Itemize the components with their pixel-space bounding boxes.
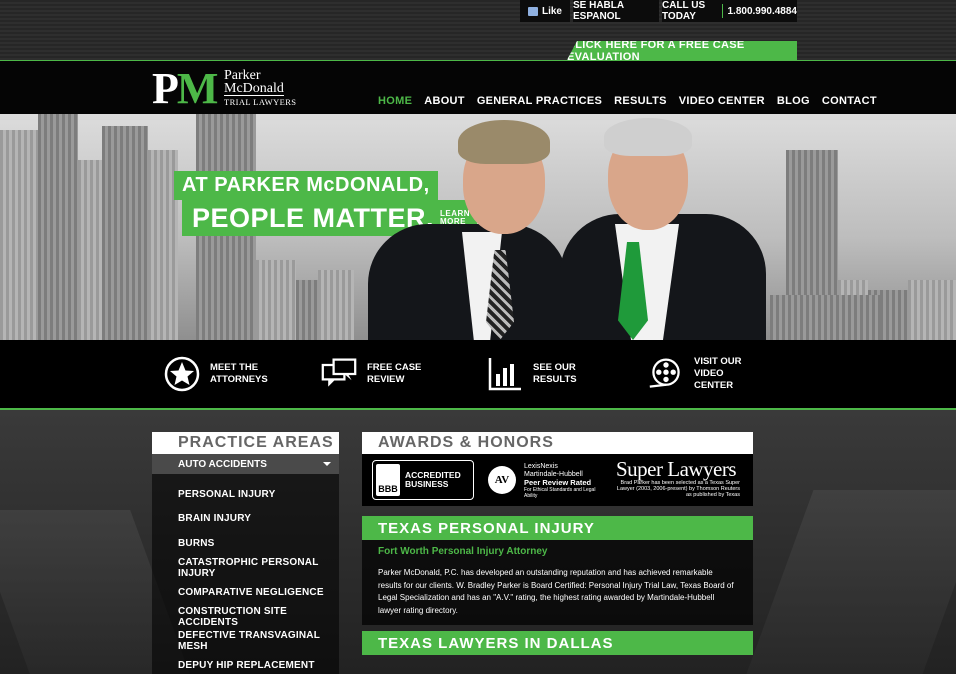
- chat-icon: [321, 356, 357, 392]
- lexisnexis-badge[interactable]: LexisNexis Martindale-Hubbell Peer Revie…: [524, 463, 604, 499]
- logo-name-line2: McDonald: [224, 81, 284, 96]
- logo-initial-m: M: [176, 64, 219, 113]
- logo-name: Parker McDonald: [224, 69, 304, 96]
- see-results-label: SEE OUR RESULTS: [533, 362, 577, 385]
- star-icon: [164, 356, 200, 392]
- super-lawyers-note: Brad Parker has been selected as a Texas…: [616, 480, 740, 498]
- awards-logos: BBB ACCREDITED BUSINESS AV LexisNexis Mar…: [362, 454, 753, 506]
- call-us-box[interactable]: CALL US TODAY 1.800.990.4884: [662, 0, 797, 22]
- thumbs-up-icon: [527, 6, 538, 16]
- like-label: Like: [541, 5, 562, 17]
- nav-general-practices[interactable]: GENERAL PRACTICES: [477, 95, 602, 107]
- hero-headline-line2: PEOPLE MATTER.: [192, 202, 435, 233]
- section-title-personal-injury: TEXAS PERSONAL INJURY: [362, 516, 753, 540]
- meet-attorneys-label: MEET THE ATTORNEYS: [210, 362, 268, 385]
- super-lawyers-badge[interactable]: Super Lawyers Brad Parker has been selec…: [616, 458, 740, 498]
- practice-area-item[interactable]: DEPUY HIP REPLACEMENT: [152, 654, 339, 674]
- practice-area-item[interactable]: PERSONAL INJURY: [152, 482, 339, 507]
- lexis-brand: LexisNexis: [524, 463, 558, 470]
- nav-video-center[interactable]: VIDEO CENTER: [679, 95, 765, 107]
- practice-area-item[interactable]: BRAIN INJURY: [152, 507, 339, 532]
- facebook-like-button[interactable]: Like: [520, 0, 570, 22]
- practice-areas-title: PRACTICE AREAS: [152, 432, 339, 454]
- practice-area-item[interactable]: CATASTROPHIC PERSONAL INJURY: [152, 556, 339, 581]
- nav-about[interactable]: ABOUT: [424, 95, 465, 107]
- main-column: AWARDS & HONORS BBB ACCREDITED BUSINESS A…: [362, 432, 753, 674]
- hero-headline-line1: AT PARKER McDONALD,: [174, 171, 438, 200]
- caret-down-icon: [323, 462, 331, 466]
- practice-area-item[interactable]: COMPARATIVE NEGLIGENCE: [152, 580, 339, 605]
- top-bar: Like SE HABLA ESPANOL CALL US TODAY 1.80…: [0, 0, 956, 60]
- section-subtitle[interactable]: Fort Worth Personal Injury Attorney: [378, 546, 737, 557]
- practice-area-selected: AUTO ACCIDENTS: [178, 458, 267, 470]
- bbb-accredited-badge[interactable]: BBB ACCREDITED BUSINESS: [372, 460, 474, 500]
- phone-number[interactable]: 1.800.990.4884: [727, 6, 797, 17]
- super-lawyers-logo: Super Lawyers: [616, 457, 737, 481]
- video-center-label: VISIT OUR VIDEO CENTER: [694, 356, 742, 391]
- free-case-review-link[interactable]: FREE CASE REVIEW: [321, 356, 427, 392]
- lexis-line2: Peer Review Rated: [524, 478, 592, 487]
- nav-results[interactable]: RESULTS: [614, 95, 667, 107]
- nav-blog[interactable]: BLOG: [777, 95, 810, 107]
- film-reel-icon: [648, 356, 684, 392]
- av-rating-badge[interactable]: AV: [488, 466, 516, 494]
- free-case-evaluation-button[interactable]: CLICK HERE FOR A FREE CASE EVALUATION: [567, 41, 797, 60]
- main-content-area: PRACTICE AREAS AUTO ACCIDENTS PERSONAL I…: [0, 410, 956, 674]
- see-results-link[interactable]: SEE OUR RESULTS: [487, 356, 593, 392]
- practice-area-item[interactable]: BURNS: [152, 531, 339, 556]
- spanish-link[interactable]: SE HABLA ESPANOL: [573, 0, 659, 22]
- bbb-logo-icon: BBB: [376, 464, 400, 496]
- nav-contact[interactable]: CONTACT: [822, 95, 877, 107]
- chart-icon: [487, 356, 523, 392]
- practice-area-item[interactable]: DEFECTIVE TRANSVAGINAL MESH: [152, 629, 339, 654]
- hero-banner: AT PARKER McDONALD, PEOPLE MATTER. LEARN…: [0, 114, 956, 340]
- meet-attorneys-link[interactable]: MEET THE ATTORNEYS: [164, 356, 270, 392]
- section-body-personal-injury: Fort Worth Personal Injury Attorney Park…: [362, 540, 753, 625]
- awards-title: AWARDS & HONORS: [362, 432, 753, 454]
- bbb-text: ACCREDITED BUSINESS: [405, 470, 461, 489]
- section-title-dallas: TEXAS LAWYERS IN DALLAS: [362, 631, 753, 655]
- call-label: CALL US TODAY: [662, 0, 706, 22]
- practice-area-item[interactable]: CONSTRUCTION SITE ACCIDENTS: [152, 605, 339, 630]
- practice-area-list: PERSONAL INJURY BRAIN INJURY BURNS CATAS…: [152, 474, 339, 674]
- nav-home[interactable]: HOME: [378, 95, 412, 107]
- logo-initial-p: P: [152, 64, 179, 113]
- video-center-link[interactable]: VISIT OUR VIDEO CENTER: [648, 356, 754, 392]
- logo-tagline: TRIAL LAWYERS: [224, 97, 297, 107]
- header: PM Parker McDonald TRIAL LAWYERS HOME AB…: [0, 60, 956, 114]
- section-paragraph: Parker McDonald, P.C. has developed an o…: [378, 568, 734, 615]
- practice-area-dropdown[interactable]: AUTO ACCIDENTS: [152, 454, 339, 474]
- lexis-line3: For Ethical Standards and Legal Ability: [524, 487, 596, 499]
- divider: [722, 4, 724, 18]
- action-bar: MEET THE ATTORNEYS FREE CASE REVIEW SEE OU…: [0, 340, 956, 410]
- practice-areas-panel: PRACTICE AREAS AUTO ACCIDENTS PERSONAL I…: [152, 432, 339, 674]
- free-case-review-label: FREE CASE REVIEW: [367, 362, 422, 385]
- logo-monogram: PM: [152, 64, 219, 113]
- main-nav: HOME ABOUT GENERAL PRACTICES RESULTS VID…: [378, 95, 889, 107]
